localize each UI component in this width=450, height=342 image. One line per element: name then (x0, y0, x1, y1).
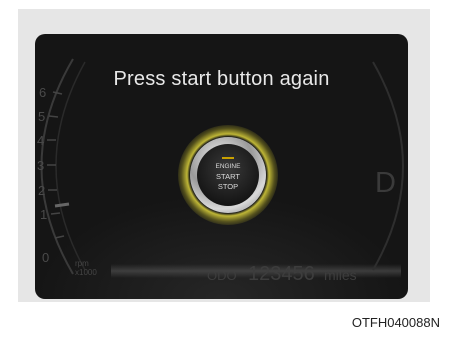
tachometer-label: 1 (40, 207, 47, 222)
gear-indicator: D (375, 167, 396, 199)
engine-start-stop-button[interactable]: ENGINE START STOP (178, 125, 278, 225)
button-label-engine: ENGINE (215, 163, 241, 170)
tachometer-tick (50, 212, 61, 215)
button-indicator-light (222, 157, 234, 159)
odometer-label: ODO (207, 268, 237, 283)
tachometer-tick (54, 235, 65, 239)
odometer-unit: miles (324, 267, 357, 283)
tachometer-unit-line2: x1000 (75, 268, 97, 277)
tachometer-redline (54, 202, 70, 208)
tachometer-label: 3 (37, 158, 44, 173)
tachometer-label: 2 (38, 183, 45, 198)
tachometer-label: 0 (42, 250, 49, 265)
tachometer-label: 4 (37, 133, 44, 148)
tachometer-unit-line1: rpm (75, 259, 89, 268)
button-label-start: START (216, 172, 240, 181)
button-face: ENGINE START STOP (197, 144, 259, 206)
figure-code: OTFH040088N (351, 315, 440, 330)
tachometer-unit-label: rpm x1000 (75, 259, 97, 277)
button-label-stop: STOP (217, 182, 239, 191)
tachometer-tick (48, 115, 59, 118)
right-gauge-arc (372, 61, 404, 271)
odometer-value: 123456 (248, 263, 315, 285)
tachometer-tick (52, 91, 63, 95)
display-message: Press start button again (113, 68, 330, 90)
tachometer-label: 5 (38, 109, 45, 124)
instrument-cluster-display: Press start button again 6 5 4 3 2 1 0 D… (35, 34, 408, 299)
